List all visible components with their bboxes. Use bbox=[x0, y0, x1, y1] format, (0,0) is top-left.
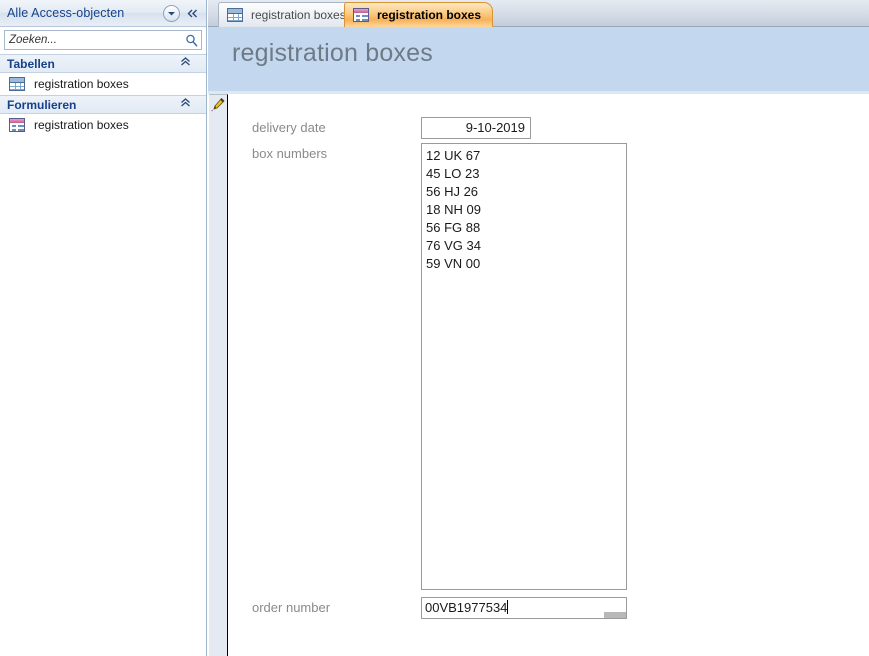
label-order-number: order number bbox=[252, 600, 331, 615]
order-number-text: 00VB1977534 bbox=[425, 600, 508, 615]
pencil-edit-icon bbox=[211, 97, 226, 112]
table-icon bbox=[9, 77, 25, 91]
navigation-pane: Alle Access-objecten Zoeken... Tabellen … bbox=[0, 0, 207, 656]
navigation-pane-title: Alle Access-objecten bbox=[7, 6, 125, 20]
tab-label: registration boxes bbox=[377, 8, 482, 22]
form-icon bbox=[353, 8, 369, 22]
form-header-band: registration boxes bbox=[208, 27, 869, 91]
label-box-numbers: box numbers bbox=[252, 146, 328, 161]
text-caret bbox=[507, 600, 509, 614]
form-icon bbox=[9, 118, 25, 132]
sidebar-item-label: registration boxes bbox=[34, 77, 129, 91]
table-icon bbox=[227, 8, 243, 22]
delivery-date-field[interactable]: 9-10-2019 bbox=[421, 117, 531, 139]
navigation-pane-header: Alle Access-objecten bbox=[0, 0, 206, 27]
search-input[interactable] bbox=[5, 32, 182, 48]
navigation-pane-header-buttons bbox=[163, 0, 203, 27]
nav-group-label: Tabellen bbox=[7, 56, 55, 71]
page-title: registration boxes bbox=[232, 39, 433, 67]
record-selector-bar[interactable] bbox=[209, 94, 228, 656]
chevron-down-circle-icon[interactable] bbox=[163, 5, 180, 22]
double-chevron-left-icon[interactable] bbox=[184, 5, 203, 23]
nav-group-header-forms[interactable]: Formulieren bbox=[0, 95, 206, 114]
search-box[interactable] bbox=[4, 30, 202, 50]
resize-handle[interactable] bbox=[604, 612, 626, 618]
sidebar-item-label: registration boxes bbox=[34, 118, 129, 132]
box-numbers-field[interactable]: 12 UK 67 45 LO 23 56 HJ 26 18 NH 09 56 F… bbox=[421, 143, 627, 590]
tab-label: registration boxes bbox=[251, 8, 346, 22]
label-delivery-date: delivery date bbox=[252, 120, 326, 135]
tab-table-registration-boxes[interactable]: registration boxes bbox=[218, 2, 358, 27]
form-detail-section: delivery date 9-10-2019 box numbers 12 U… bbox=[229, 94, 869, 656]
order-number-field[interactable]: 00VB1977534 bbox=[421, 597, 627, 619]
document-tab-strip: registration boxes registration boxes bbox=[208, 0, 869, 27]
nav-group-label: Formulieren bbox=[7, 97, 77, 112]
sidebar-item-table-registration-boxes[interactable]: registration boxes bbox=[0, 73, 206, 95]
sidebar-item-form-registration-boxes[interactable]: registration boxes bbox=[0, 114, 206, 136]
double-chevron-up-icon[interactable] bbox=[180, 98, 191, 110]
double-chevron-up-icon[interactable] bbox=[180, 57, 191, 69]
order-number-value: 00VB1977534 bbox=[425, 598, 509, 618]
search-icon[interactable] bbox=[182, 31, 200, 49]
tab-form-registration-boxes[interactable]: registration boxes bbox=[344, 2, 494, 27]
nav-group-header-tables[interactable]: Tabellen bbox=[0, 54, 206, 73]
access-application-window: Alle Access-objecten Zoeken... Tabellen … bbox=[0, 0, 869, 656]
